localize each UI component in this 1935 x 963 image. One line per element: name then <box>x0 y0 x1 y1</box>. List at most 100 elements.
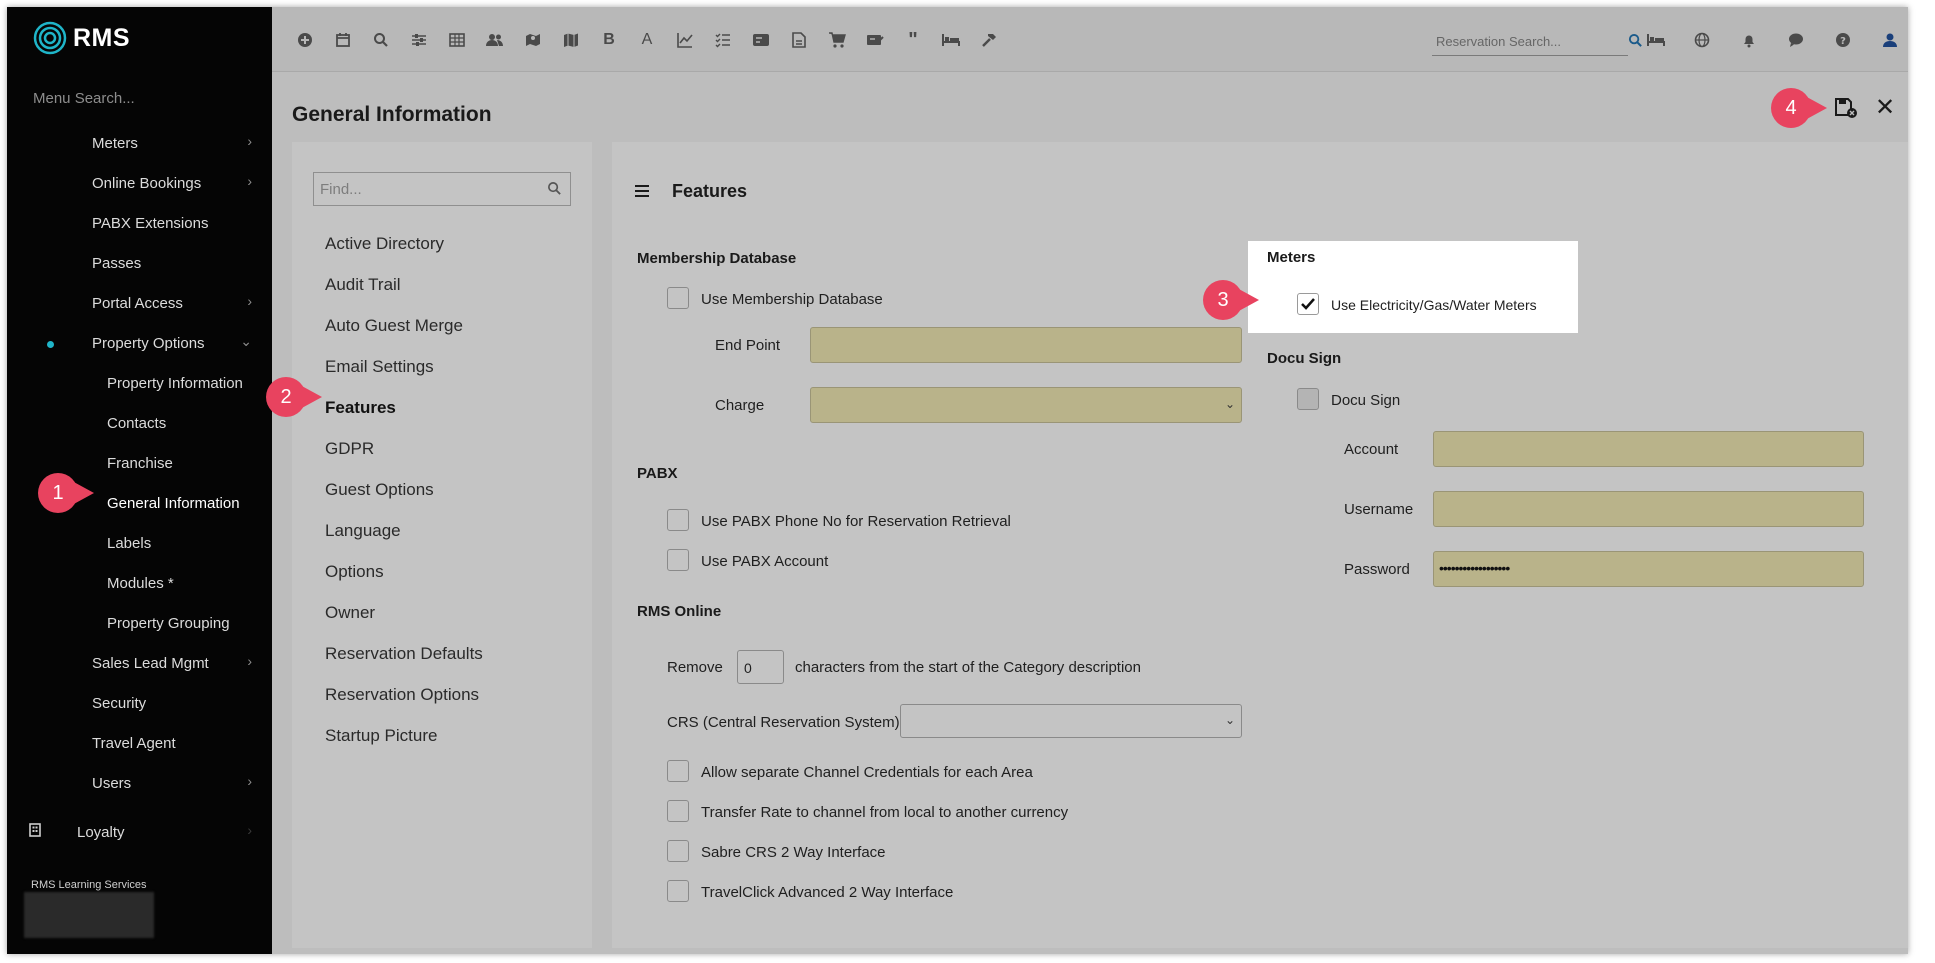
map-pin-icon[interactable] <box>522 29 544 51</box>
menu-search-input[interactable]: Menu Search... <box>33 90 135 107</box>
nav-item-email-settings[interactable]: Email Settings <box>325 357 434 377</box>
docu-sign-username-input[interactable] <box>1433 491 1864 527</box>
rms-logo-icon <box>33 21 67 55</box>
docu-sign-label: Docu Sign <box>1331 392 1401 409</box>
chat-icon[interactable] <box>1785 29 1807 51</box>
end-point-input[interactable] <box>810 327 1242 363</box>
active-dot-icon <box>47 341 54 348</box>
nav-item-options[interactable]: Options <box>325 562 384 582</box>
hamburger-menu-icon[interactable] <box>635 184 649 202</box>
charge-select[interactable]: ⌄ <box>810 387 1242 423</box>
bell-icon[interactable] <box>1738 29 1760 51</box>
nav-item-audit-trail[interactable]: Audit Trail <box>325 275 401 295</box>
callout-number: 1 <box>52 481 64 504</box>
nav-item-auto-guest-merge[interactable]: Auto Guest Merge <box>325 316 463 336</box>
bed-icon[interactable] <box>940 29 962 51</box>
remove-characters-input[interactable]: 0 <box>737 650 784 684</box>
close-icon[interactable]: ✕ <box>1875 96 1895 120</box>
chevron-right-icon: › <box>247 173 252 189</box>
nav-item-reservation-options[interactable]: Reservation Options <box>325 685 479 705</box>
sidebar-item-contacts[interactable]: Contacts <box>7 407 272 439</box>
sidebar-item-property-grouping[interactable]: Property Grouping <box>7 607 272 639</box>
reservation-search-placeholder: Reservation Search... <box>1436 34 1562 49</box>
sidebar-item-meters[interactable]: Meters › <box>7 127 272 159</box>
grid-icon[interactable] <box>446 29 468 51</box>
sidebar-item-label: Modules * <box>107 575 174 592</box>
cart-icon[interactable] <box>826 29 848 51</box>
sabre-crs-label: Sabre CRS 2 Way Interface <box>701 844 886 861</box>
plus-circle-icon[interactable] <box>294 29 316 51</box>
section-title-rms-online: RMS Online <box>637 603 722 620</box>
search-icon[interactable] <box>1624 29 1646 51</box>
search-icon <box>547 181 562 201</box>
document-icon[interactable] <box>788 29 810 51</box>
sidebar-item-labels[interactable]: Labels <box>7 527 272 559</box>
sidebar-item-travel-agent[interactable]: Travel Agent <box>7 727 272 759</box>
use-pabx-phone-checkbox[interactable] <box>667 509 689 531</box>
calendar-icon[interactable] <box>332 29 354 51</box>
sidebar-item-label: Loyalty <box>77 824 125 841</box>
sidebar-footer: RMS Learning Services <box>31 879 147 891</box>
crs-select[interactable]: ⌄ <box>900 704 1242 738</box>
nav-item-guest-options[interactable]: Guest Options <box>325 480 434 500</box>
sidebar-item-property-options[interactable]: Property Options ⌄ <box>7 327 272 359</box>
chart-icon[interactable] <box>674 29 696 51</box>
nav-item-active-directory[interactable]: Active Directory <box>325 234 444 254</box>
people-icon[interactable] <box>484 29 506 51</box>
map-icon[interactable] <box>560 29 582 51</box>
callout-number: 3 <box>1217 288 1229 311</box>
quote-icon[interactable]: " <box>902 29 924 51</box>
password-value: •••••••••••••••••• <box>1439 560 1510 576</box>
use-meters-checkbox[interactable] <box>1297 293 1319 315</box>
nav-item-features[interactable]: Features <box>325 398 396 418</box>
search-icon[interactable] <box>370 29 392 51</box>
transfer-rate-checkbox[interactable] <box>667 800 689 822</box>
sidebar-item-franchise[interactable]: Franchise <box>7 447 272 479</box>
channel-credentials-checkbox[interactable] <box>667 760 689 782</box>
bold-icon[interactable]: B <box>598 29 620 51</box>
sidebar-item-sales-lead-mgmt[interactable]: Sales Lead Mgmt › <box>7 647 272 679</box>
sidebar-item-pabx-extensions[interactable]: PABX Extensions <box>7 207 272 239</box>
nav-item-gdpr[interactable]: GDPR <box>325 439 374 459</box>
sidebar-item-users[interactable]: Users › <box>7 767 272 799</box>
docu-sign-account-input[interactable] <box>1433 431 1864 467</box>
bed-icon[interactable] <box>1645 29 1667 51</box>
app-name: RMS <box>73 23 131 52</box>
globe-icon[interactable] <box>1691 29 1713 51</box>
rms-logo[interactable]: RMS <box>33 21 130 55</box>
user-icon[interactable] <box>1879 29 1901 51</box>
nav-item-reservation-defaults[interactable]: Reservation Defaults <box>325 644 483 664</box>
settings-nav-panel: Find... Active Directory Audit Trail Aut… <box>292 142 592 948</box>
hammer-icon[interactable] <box>978 29 1000 51</box>
nav-item-owner[interactable]: Owner <box>325 603 375 623</box>
font-icon[interactable]: A <box>636 29 658 51</box>
ticket-icon[interactable] <box>864 29 886 51</box>
sidebar-item-security[interactable]: Security <box>7 687 272 719</box>
sliders-icon[interactable] <box>408 29 430 51</box>
help-icon[interactable]: ? <box>1832 29 1854 51</box>
remove-label: Remove <box>667 659 723 676</box>
sidebar-item-passes[interactable]: Passes <box>7 247 272 279</box>
save-close-icon[interactable] <box>1834 97 1858 124</box>
callout-marker: 3 <box>1203 280 1259 320</box>
use-membership-label: Use Membership Database <box>701 291 883 308</box>
travelclick-checkbox[interactable] <box>667 880 689 902</box>
use-membership-checkbox[interactable] <box>667 287 689 309</box>
use-pabx-account-checkbox[interactable] <box>667 549 689 571</box>
sidebar-item-property-information[interactable]: Property Information <box>7 367 272 399</box>
card-icon[interactable] <box>750 29 772 51</box>
sidebar-item-portal-access[interactable]: Portal Access › <box>7 287 272 319</box>
use-pabx-phone-label: Use PABX Phone No for Reservation Retrie… <box>701 513 1011 530</box>
docu-sign-checkbox[interactable] <box>1297 388 1319 410</box>
sidebar-item-modules[interactable]: Modules * <box>7 567 272 599</box>
find-input[interactable]: Find... <box>313 172 571 206</box>
chevron-down-icon: ⌄ <box>240 333 252 349</box>
sidebar-item-loyalty[interactable]: Loyalty › <box>7 816 272 848</box>
sidebar-item-online-bookings[interactable]: Online Bookings › <box>7 167 272 199</box>
reservation-search-input[interactable]: Reservation Search... <box>1432 29 1628 56</box>
docu-sign-password-input[interactable]: •••••••••••••••••• <box>1433 551 1864 587</box>
checklist-icon[interactable] <box>712 29 734 51</box>
nav-item-language[interactable]: Language <box>325 521 401 541</box>
nav-item-startup-picture[interactable]: Startup Picture <box>325 726 437 746</box>
sabre-crs-checkbox[interactable] <box>667 840 689 862</box>
